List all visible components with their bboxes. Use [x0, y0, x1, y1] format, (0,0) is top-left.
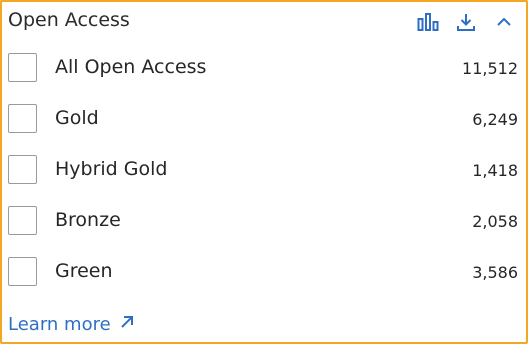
filter-label: All Open Access [55, 56, 207, 78]
chevron-up-icon[interactable] [492, 10, 516, 34]
learn-more-label: Learn more [8, 314, 111, 335]
arrow-up-right-icon [119, 313, 135, 337]
list-item[interactable]: Hybrid Gold 1,418 [2, 150, 526, 190]
filter-label: Green [55, 260, 113, 282]
download-icon[interactable] [454, 10, 478, 34]
panel-title: Open Access [8, 9, 130, 31]
checkbox[interactable] [8, 206, 37, 235]
learn-more-link[interactable]: Learn more [8, 313, 135, 337]
list-item[interactable]: Gold 6,249 [2, 99, 526, 139]
list-item[interactable]: Bronze 2,058 [2, 201, 526, 241]
checkbox[interactable] [8, 53, 37, 82]
list-item[interactable]: All Open Access 11,512 [2, 48, 526, 88]
open-access-filter-panel: Open Access All Open Access 11,512 Gold … [0, 0, 528, 344]
list-item[interactable]: Green 3,586 [2, 252, 526, 292]
filter-label: Gold [55, 107, 99, 129]
filter-count: 6,249 [472, 110, 518, 129]
filter-count: 3,586 [472, 263, 518, 282]
filter-label: Bronze [55, 209, 121, 231]
filter-count: 1,418 [472, 161, 518, 180]
checkbox[interactable] [8, 104, 37, 133]
panel-header: Open Access [2, 2, 526, 42]
filter-label: Hybrid Gold [55, 158, 168, 180]
checkbox[interactable] [8, 257, 37, 286]
filter-count: 11,512 [462, 59, 518, 78]
bar-chart-icon[interactable] [416, 10, 440, 34]
checkbox[interactable] [8, 155, 37, 184]
filter-count: 2,058 [472, 212, 518, 231]
header-actions [416, 10, 516, 34]
